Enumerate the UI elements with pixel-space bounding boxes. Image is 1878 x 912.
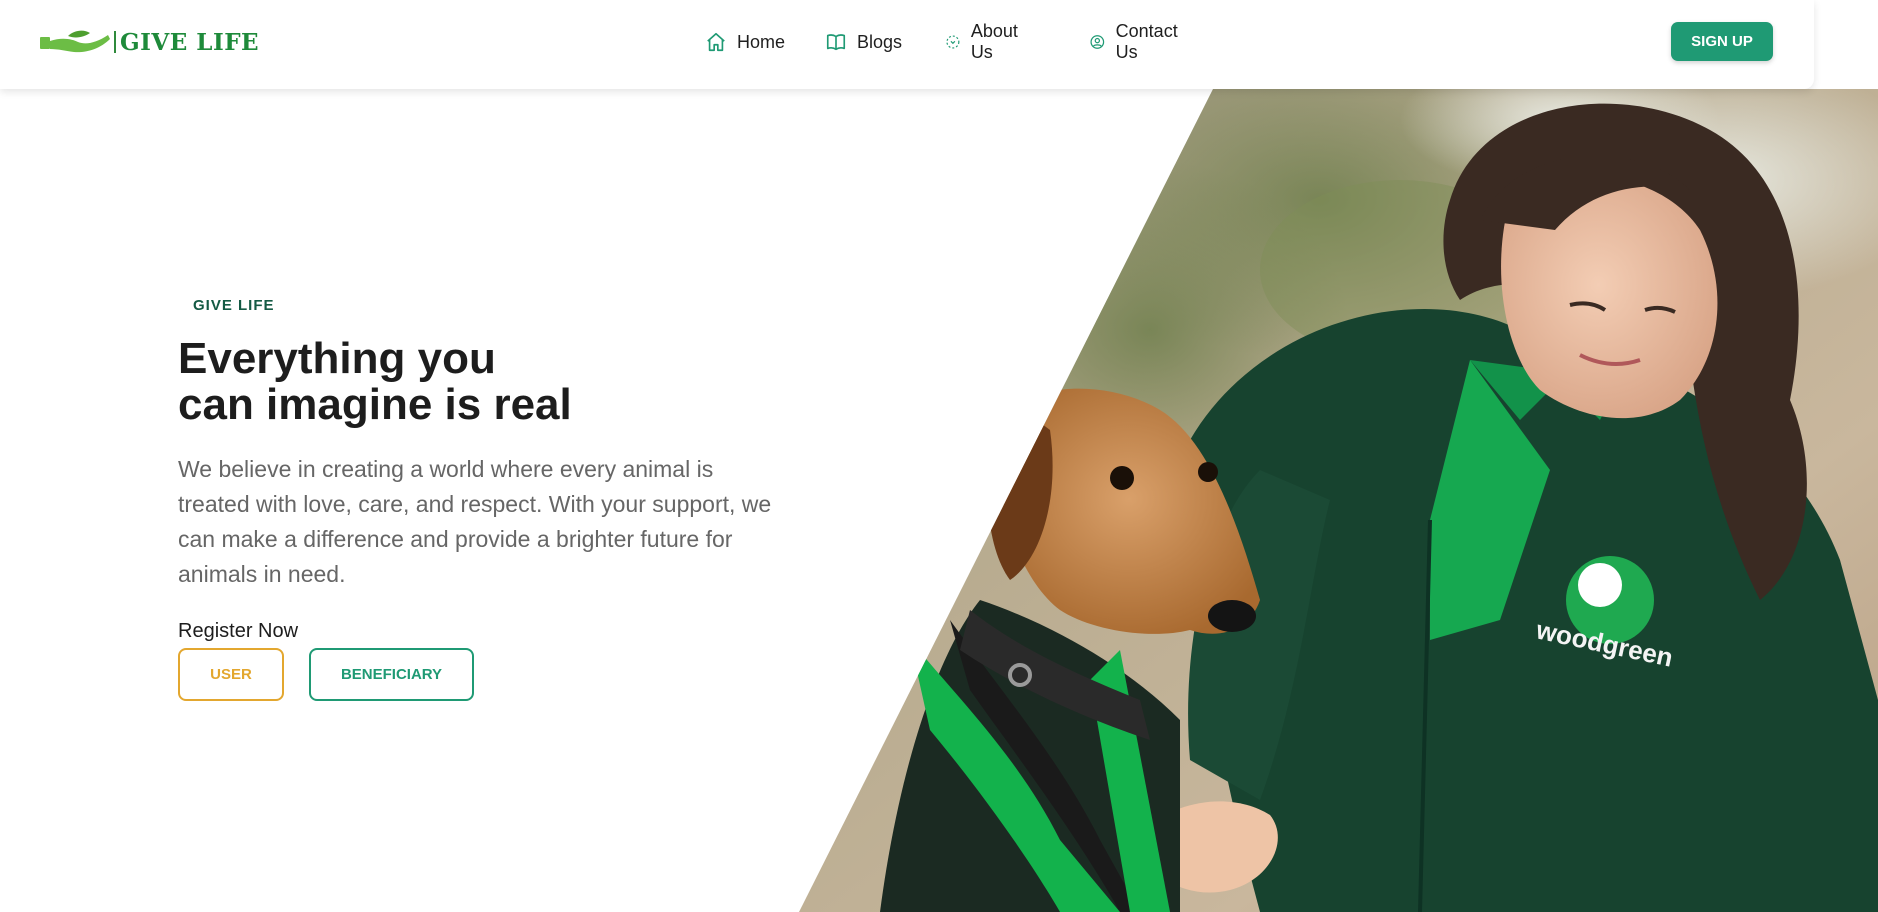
nav-item-about[interactable]: About Us — [945, 21, 1024, 62]
book-icon — [826, 34, 846, 51]
hero-headline-line-1: Everything you — [178, 334, 496, 383]
nav-item-contact[interactable]: Contact Us — [1089, 21, 1183, 62]
hand-holding-leaf-icon — [40, 30, 110, 53]
nav-label-blogs: Blogs — [857, 31, 903, 52]
nav-label-about: About Us — [970, 21, 1018, 62]
top-navbar: GIVE LIFE Home Blogs About Us Contact Us… — [0, 0, 1814, 89]
user-circle-icon — [1090, 35, 1105, 49]
hero-eyebrow: GIVE LIFE — [193, 297, 275, 314]
brand-name: GIVE LIFE — [120, 28, 260, 56]
signup-button[interactable]: SIGN UP — [1671, 22, 1773, 61]
register-beneficiary-button[interactable]: BENEFICIARY — [309, 648, 474, 701]
hero-headline: Everything you can imagine is real — [178, 336, 572, 428]
hero-description: We believe in creating a world where eve… — [178, 456, 772, 587]
nav-label-contact: Contact Us — [1115, 21, 1178, 62]
hero-headline-line-2: can imagine is real — [178, 380, 572, 429]
nav-label-home: Home — [737, 31, 786, 52]
nav-item-blogs[interactable]: Blogs — [825, 28, 902, 56]
nav-item-home[interactable]: Home — [705, 28, 785, 56]
brand-logo[interactable]: GIVE LIFE — [38, 27, 259, 57]
register-user-button[interactable]: USER — [178, 648, 284, 701]
home-icon — [707, 32, 725, 52]
register-now-label: Register Now — [178, 620, 299, 642]
logo-divider — [114, 31, 116, 53]
about-dashed-circle-icon — [946, 35, 960, 49]
